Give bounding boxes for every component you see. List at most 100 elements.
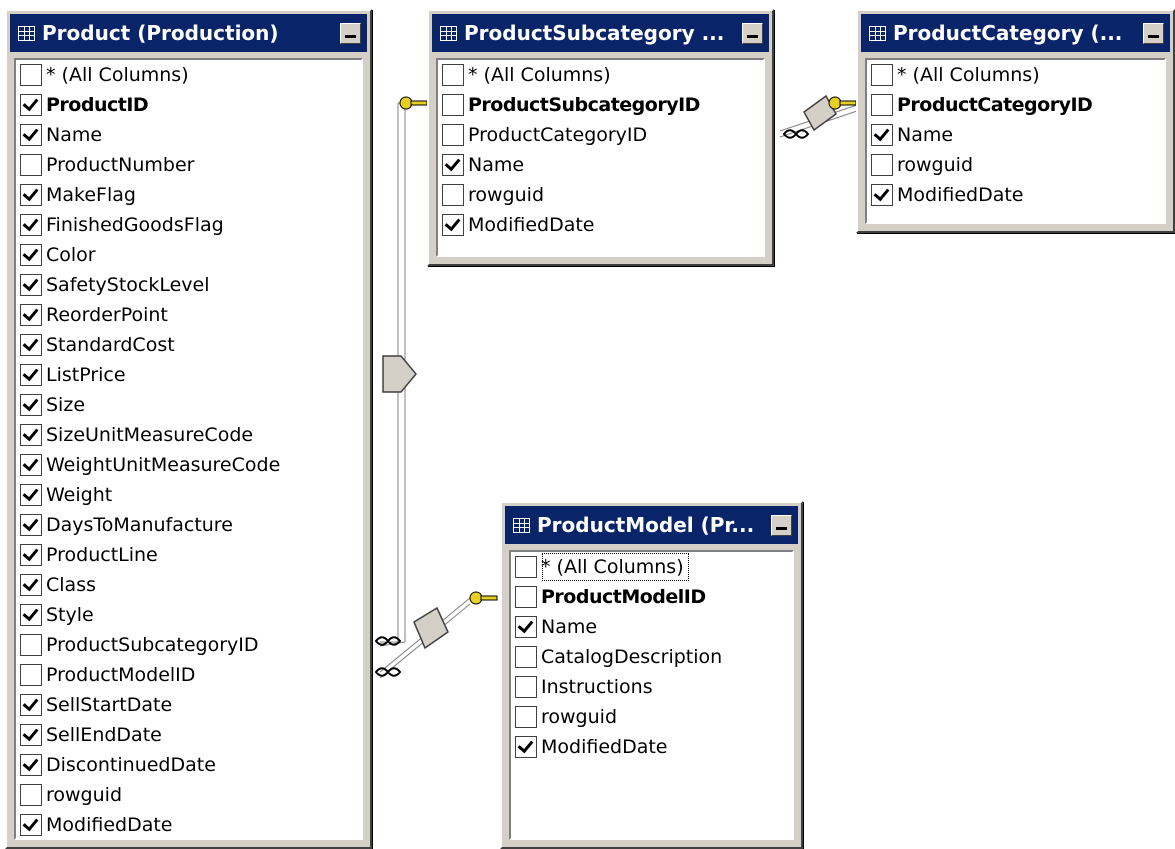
- column-checkbox[interactable]: [442, 94, 464, 116]
- minimize-button[interactable]: [742, 22, 763, 44]
- column-row[interactable]: * (All Columns): [438, 60, 763, 90]
- title-bar[interactable]: ProductModel (Pr...: [505, 506, 798, 544]
- column-checkbox[interactable]: [20, 784, 42, 806]
- minimize-button[interactable]: [340, 22, 361, 44]
- column-checkbox[interactable]: [20, 124, 42, 146]
- column-checkbox[interactable]: [20, 454, 42, 476]
- column-checkbox[interactable]: [515, 736, 537, 758]
- title-bar[interactable]: Product (Production): [10, 14, 367, 52]
- column-row[interactable]: Size: [16, 390, 361, 420]
- column-checkbox[interactable]: [20, 64, 42, 86]
- column-row[interactable]: ProductNumber: [16, 150, 361, 180]
- column-row[interactable]: * (All Columns): [511, 552, 792, 582]
- minimize-button[interactable]: [1143, 22, 1164, 44]
- column-checkbox[interactable]: [871, 124, 893, 146]
- column-checkbox[interactable]: [20, 244, 42, 266]
- column-checkbox[interactable]: [515, 676, 537, 698]
- column-row[interactable]: rowguid: [438, 180, 763, 210]
- column-checkbox[interactable]: [515, 646, 537, 668]
- column-checkbox[interactable]: [20, 364, 42, 386]
- column-checkbox[interactable]: [20, 424, 42, 446]
- column-checkbox[interactable]: [442, 184, 464, 206]
- column-checkbox[interactable]: [20, 394, 42, 416]
- column-row[interactable]: ProductLine: [16, 540, 361, 570]
- column-row[interactable]: ProductModelID: [16, 660, 361, 690]
- column-row[interactable]: * (All Columns): [16, 60, 361, 90]
- column-checkbox[interactable]: [20, 724, 42, 746]
- column-checkbox[interactable]: [20, 274, 42, 296]
- column-checkbox[interactable]: [20, 574, 42, 596]
- column-row[interactable]: SafetyStockLevel: [16, 270, 361, 300]
- column-row[interactable]: rowguid: [867, 150, 1164, 180]
- column-row[interactable]: Class: [16, 570, 361, 600]
- table-window-productsubcategory[interactable]: ProductSubcategory ... * (All Columns) Pro…: [427, 9, 774, 266]
- column-row[interactable]: WeightUnitMeasureCode: [16, 450, 361, 480]
- column-list[interactable]: * (All Columns) ProductSubcategoryID Produ…: [436, 58, 765, 257]
- column-row[interactable]: rowguid: [16, 780, 361, 810]
- column-checkbox[interactable]: [871, 154, 893, 176]
- column-row[interactable]: DiscontinuedDate: [16, 750, 361, 780]
- column-list[interactable]: * (All Columns) ProductID Name ProductNumbe…: [14, 58, 363, 840]
- table-window-productmodel[interactable]: ProductModel (Pr... * (All Columns) Produc…: [500, 501, 803, 849]
- column-checkbox[interactable]: [442, 214, 464, 236]
- column-checkbox[interactable]: [20, 544, 42, 566]
- column-row[interactable]: DaysToManufacture: [16, 510, 361, 540]
- column-row[interactable]: ProductID: [16, 90, 361, 120]
- column-row[interactable]: CatalogDescription: [511, 642, 792, 672]
- column-checkbox[interactable]: [515, 556, 537, 578]
- column-row[interactable]: ProductCategoryID: [438, 120, 763, 150]
- title-bar[interactable]: ProductSubcategory ...: [432, 14, 769, 52]
- column-row[interactable]: ProductCategoryID: [867, 90, 1164, 120]
- minimize-button[interactable]: [771, 514, 792, 536]
- column-checkbox[interactable]: [20, 814, 42, 836]
- column-row[interactable]: ReorderPoint: [16, 300, 361, 330]
- column-checkbox[interactable]: [20, 634, 42, 656]
- column-row[interactable]: ListPrice: [16, 360, 361, 390]
- column-row[interactable]: MakeFlag: [16, 180, 361, 210]
- column-checkbox[interactable]: [20, 334, 42, 356]
- column-row[interactable]: ModifiedDate: [438, 210, 763, 240]
- column-row[interactable]: SizeUnitMeasureCode: [16, 420, 361, 450]
- title-bar[interactable]: ProductCategory (...: [861, 14, 1170, 52]
- column-checkbox[interactable]: [20, 184, 42, 206]
- column-checkbox[interactable]: [20, 604, 42, 626]
- column-row[interactable]: * (All Columns): [867, 60, 1164, 90]
- column-list[interactable]: * (All Columns) ProductModelID Name Catalog…: [509, 550, 794, 840]
- column-row[interactable]: ProductSubcategoryID: [16, 630, 361, 660]
- column-checkbox[interactable]: [20, 694, 42, 716]
- column-checkbox[interactable]: [515, 706, 537, 728]
- column-checkbox[interactable]: [515, 586, 537, 608]
- column-checkbox[interactable]: [871, 64, 893, 86]
- column-checkbox[interactable]: [871, 184, 893, 206]
- column-row[interactable]: Name: [438, 150, 763, 180]
- column-checkbox[interactable]: [20, 304, 42, 326]
- column-row[interactable]: ProductSubcategoryID: [438, 90, 763, 120]
- column-row[interactable]: SellEndDate: [16, 720, 361, 750]
- column-checkbox[interactable]: [20, 514, 42, 536]
- column-checkbox[interactable]: [20, 484, 42, 506]
- column-row[interactable]: ModifiedDate: [16, 810, 361, 838]
- table-window-productcategory[interactable]: ProductCategory (... * (All Columns) Produ…: [856, 9, 1175, 233]
- column-checkbox[interactable]: [442, 154, 464, 176]
- column-checkbox[interactable]: [20, 754, 42, 776]
- column-row[interactable]: ModifiedDate: [511, 732, 792, 762]
- column-checkbox[interactable]: [20, 664, 42, 686]
- column-checkbox[interactable]: [20, 214, 42, 236]
- column-row[interactable]: Name: [867, 120, 1164, 150]
- column-list[interactable]: * (All Columns) ProductCategoryID Name rowg…: [865, 58, 1166, 224]
- column-row[interactable]: Weight: [16, 480, 361, 510]
- column-row[interactable]: Instructions: [511, 672, 792, 702]
- column-row[interactable]: rowguid: [511, 702, 792, 732]
- column-row[interactable]: StandardCost: [16, 330, 361, 360]
- column-row[interactable]: Name: [16, 120, 361, 150]
- column-row[interactable]: ProductModelID: [511, 582, 792, 612]
- column-checkbox[interactable]: [871, 94, 893, 116]
- table-window-product[interactable]: Product (Production) * (All Columns) Produ…: [5, 9, 372, 849]
- column-row[interactable]: SellStartDate: [16, 690, 361, 720]
- column-row[interactable]: Name: [511, 612, 792, 642]
- column-checkbox[interactable]: [20, 94, 42, 116]
- column-checkbox[interactable]: [20, 154, 42, 176]
- column-row[interactable]: Color: [16, 240, 361, 270]
- column-checkbox[interactable]: [515, 616, 537, 638]
- column-checkbox[interactable]: [442, 124, 464, 146]
